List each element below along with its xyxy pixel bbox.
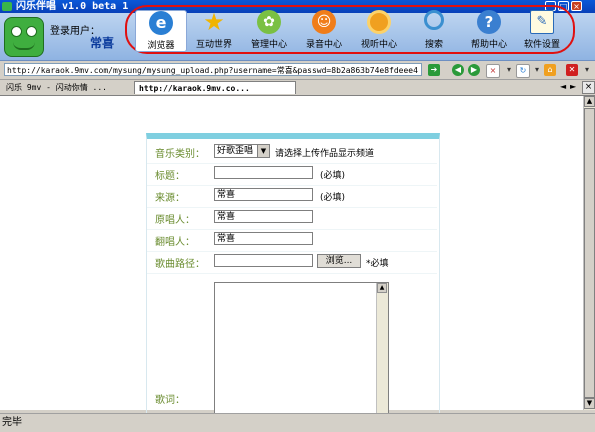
- nav-label: 帮助中心: [470, 40, 507, 50]
- chevron-down-icon: ▼: [257, 145, 269, 157]
- page-scrollbar[interactable]: ▲ ▼: [583, 96, 595, 410]
- lyrics-textarea[interactable]: ▲: [214, 282, 389, 414]
- nav-label: 录音中心: [305, 40, 342, 50]
- status-bar: 完毕: [0, 413, 595, 431]
- nav-management[interactable]: ✿ 管理中心: [244, 10, 294, 50]
- nav-label: 视听中心: [360, 40, 397, 50]
- nav-recording[interactable]: ☺ 录音中心: [299, 10, 349, 50]
- close-tab-icon[interactable]: ×: [582, 81, 595, 94]
- tab-bar: 闪乐 9mv - 闪动你情 ... http://karaok.9mv.co..…: [0, 80, 595, 96]
- go-icon[interactable]: ➔: [428, 64, 440, 76]
- scroll-down-icon[interactable]: ▼: [584, 398, 595, 409]
- scroll-thumb[interactable]: [584, 108, 595, 398]
- nav-label: 搜索: [424, 40, 443, 50]
- title-label: 标题：: [155, 171, 185, 182]
- source-label: 来源：: [155, 193, 185, 204]
- close-icon[interactable]: ×: [571, 1, 582, 11]
- dropdown-arrow-icon[interactable]: ▾: [531, 64, 543, 76]
- source-required-note: (必填): [320, 193, 346, 203]
- gear-circle-icon: ✿: [257, 10, 281, 34]
- cover-singer-row: 翻唱人： 常喜: [147, 229, 437, 252]
- title-required-note: (必填): [320, 171, 346, 181]
- tab-scroll-right-icon[interactable]: ►: [570, 82, 576, 91]
- cover-singer-input[interactable]: 常喜: [214, 232, 313, 245]
- frog-logo: [4, 17, 44, 57]
- main-nav: e 浏览器 ★ 互动世界 ✿ 管理中心 ☺ 录音中心 视听中心 搜索 ? 帮助中…: [125, 5, 575, 54]
- dropdown-arrow-icon[interactable]: ▾: [581, 64, 593, 76]
- dropdown-arrow-icon[interactable]: ▾: [503, 64, 515, 76]
- browse-button[interactable]: 浏览...: [317, 254, 361, 268]
- tab-9mv-home[interactable]: 闪乐 9mv - 闪动你情 ...: [2, 81, 130, 94]
- upload-form: 音乐类别： 好歌歪唱 ▼ 请选择上传作品显示频道 标题： (必填) 来源： 常喜…: [146, 133, 440, 417]
- lyrics-label: 歌词：: [155, 395, 185, 406]
- close-page-icon[interactable]: ✕: [566, 64, 578, 76]
- scroll-up-icon[interactable]: ▲: [584, 96, 595, 107]
- source-input[interactable]: 常喜: [214, 188, 313, 201]
- title-row: 标题： (必填): [147, 163, 437, 186]
- scroll-up-icon[interactable]: ▲: [377, 283, 387, 293]
- notepad-pen-icon: ✎: [530, 10, 554, 34]
- smiley-icon: ☺: [312, 10, 336, 34]
- refresh-icon[interactable]: ↻: [516, 64, 530, 78]
- web-content: 音乐类别： 好歌歪唱 ▼ 请选择上传作品显示频道 标题： (必填) 来源： 常喜…: [0, 96, 583, 417]
- app-header: 登录用户： 常喜 e 浏览器 ★ 互动世界 ✿ 管理中心 ☺ 录音中心 视听中心…: [0, 5, 595, 61]
- nav-help[interactable]: ? 帮助中心: [464, 10, 514, 50]
- address-input[interactable]: http://karaok.9mv.com/mysung/mysung_uplo…: [4, 63, 422, 76]
- browser-e-icon: e: [149, 11, 173, 35]
- nav-label: 互动世界: [195, 40, 232, 50]
- title-input[interactable]: [214, 166, 313, 179]
- disc-icon: [367, 10, 391, 34]
- original-singer-row: 原唱人： 常喜: [147, 207, 437, 230]
- song-path-label: 歌曲路径：: [155, 259, 205, 270]
- frog-mouth: [13, 42, 35, 50]
- home-icon[interactable]: ⌂: [544, 64, 556, 76]
- song-path-input[interactable]: [214, 254, 313, 267]
- help-icon: ?: [477, 10, 501, 34]
- category-hint: 请选择上传作品显示频道: [275, 149, 375, 159]
- song-path-row: 歌曲路径： 浏览... *必填: [147, 251, 437, 274]
- status-text: 完毕: [2, 417, 22, 428]
- frog-eye-icon: [26, 26, 37, 37]
- category-select[interactable]: 好歌歪唱 ▼: [214, 144, 270, 158]
- magnifier-icon: [424, 10, 444, 30]
- back-icon[interactable]: ◀: [452, 64, 464, 76]
- category-row: 音乐类别： 好歌歪唱 ▼ 请选择上传作品显示频道: [147, 141, 437, 164]
- address-toolbar: http://karaok.9mv.com/mysung/mysung_uplo…: [0, 61, 595, 80]
- window-title: 闪乐伴唱 v1.0 beta 1: [16, 1, 129, 12]
- nav-browser[interactable]: e 浏览器: [135, 10, 187, 52]
- lyrics-scrollbar[interactable]: ▲: [376, 283, 388, 413]
- nav-label: 管理中心: [250, 40, 287, 50]
- stop-icon[interactable]: ×: [486, 64, 500, 78]
- source-row: 来源： 常喜 (必填): [147, 185, 437, 208]
- nav-settings[interactable]: ✎ 软件设置: [517, 10, 567, 50]
- original-singer-input[interactable]: 常喜: [214, 210, 313, 223]
- nav-label: 浏览器: [147, 41, 175, 51]
- nav-label: 软件设置: [523, 40, 560, 50]
- nav-interactive-world[interactable]: ★ 互动世界: [189, 10, 239, 50]
- star-icon: ★: [203, 8, 225, 36]
- cover-singer-label: 翻唱人：: [155, 237, 195, 248]
- nav-search[interactable]: 搜索: [409, 10, 459, 50]
- category-label: 音乐类别：: [155, 149, 205, 160]
- frog-eye-icon: [11, 26, 22, 37]
- login-user: 常喜: [90, 36, 115, 50]
- path-required-note: *必填: [366, 259, 389, 269]
- tab-scroll-left-icon[interactable]: ◄: [560, 82, 566, 91]
- nav-av-center[interactable]: 视听中心: [354, 10, 404, 50]
- app-frog-icon: [2, 2, 12, 11]
- forward-icon[interactable]: ▶: [468, 64, 480, 76]
- original-singer-label: 原唱人：: [155, 215, 195, 226]
- tab-upload-page[interactable]: http://karaok.9mv.co...: [134, 81, 296, 94]
- category-value: 好歌歪唱: [217, 146, 254, 156]
